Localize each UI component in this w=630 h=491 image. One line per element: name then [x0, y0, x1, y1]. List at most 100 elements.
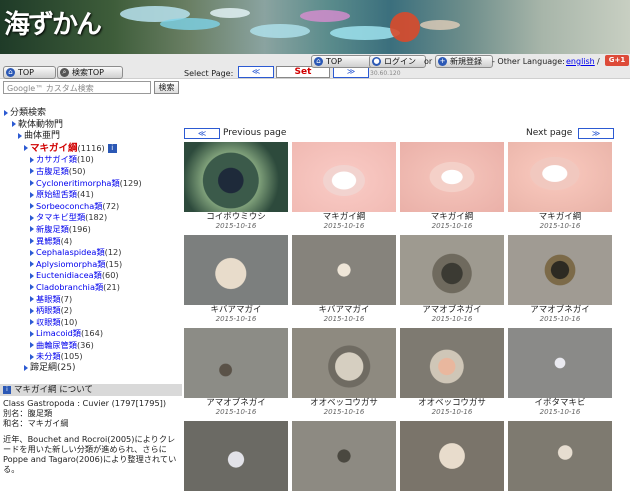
arrow-right-icon — [30, 203, 34, 210]
photo-thumbnail[interactable] — [400, 235, 504, 305]
gplus-button[interactable]: G+1 — [605, 55, 629, 66]
search-button[interactable]: 検索 — [154, 81, 179, 94]
about-text: Class Gastropoda : Cuvier (1797[1795]) 別… — [3, 398, 181, 474]
tree-child-item[interactable]: 異鰓類(4) — [4, 236, 182, 248]
arrow-right-icon — [4, 109, 8, 116]
tree-child-item[interactable]: 原始紐舌類(41) — [4, 189, 182, 201]
arrow-right-icon — [30, 296, 34, 302]
tree-child-item[interactable]: タマキビ型類(182) — [4, 212, 182, 224]
photo-thumbnail[interactable] — [508, 142, 612, 212]
page-size-options[interactable]: 30.60.120 — [370, 70, 401, 77]
photo-thumbnail[interactable] — [508, 421, 612, 491]
tree-child-item[interactable]: Aplysiomorpha類(15) — [4, 259, 182, 271]
header-banner: 海ずかん — [0, 0, 630, 54]
photo-caption[interactable]: アマオブネガイ — [184, 398, 288, 408]
tree-child-item[interactable]: カサガイ類(10) — [4, 154, 182, 166]
photo-caption[interactable]: オオベッコウガサ — [400, 398, 504, 408]
photo-caption[interactable]: アマオブネガイ — [400, 305, 504, 315]
photo-caption[interactable]: コイボウミウシ — [184, 212, 288, 222]
photo-caption[interactable]: マキガイ綱 — [400, 212, 504, 222]
top-nav-button[interactable]: ⌂ TOP — [311, 55, 373, 68]
search-icon: ⌕ — [60, 68, 69, 77]
arrow-right-icon — [30, 249, 34, 256]
photo-date: 2015-10-16 — [539, 408, 581, 416]
arrow-right-icon — [30, 284, 34, 291]
photo-thumbnail[interactable] — [292, 328, 396, 398]
separator-slash: / — [597, 57, 600, 66]
tree-child-item[interactable]: 曲輪尿管類(36) — [4, 340, 182, 352]
site-logo[interactable]: 海ずかん — [4, 4, 102, 41]
tree-child-item[interactable]: Limacoid類(164) — [4, 328, 182, 340]
user-icon: ● — [372, 57, 381, 66]
tree-child-item[interactable]: 基眼類(7) — [4, 294, 182, 306]
tree-root[interactable]: 分類検索 — [4, 108, 182, 120]
select-page-prev-button[interactable]: ≪ — [238, 66, 274, 78]
photo-caption[interactable]: アマオブネガイ — [508, 305, 612, 315]
register-button[interactable]: + 新規登録 — [435, 55, 493, 68]
taxonomy-tree: 分類検索 軟体動物門 曲体亜門 マキガイ綱(1116) i カサガイ類(10) 古腹… — [4, 108, 182, 375]
tree-child-item[interactable]: Cycloneritimorpha類(129) — [4, 178, 182, 190]
tree-child-item[interactable]: 古腹足類(50) — [4, 166, 182, 178]
photo-date: 2015-10-16 — [539, 222, 581, 230]
photo-thumbnail[interactable] — [184, 142, 288, 212]
photo-date: 2015-10-16 — [323, 315, 365, 323]
arrow-right-icon — [30, 319, 34, 326]
tree-child-item[interactable]: Cladobranchia類(21) — [4, 282, 182, 294]
photo-caption[interactable]: マキガイ綱 — [508, 212, 612, 222]
photo-caption[interactable]: オオベッコウガサ — [292, 398, 396, 408]
previous-page-link[interactable]: Previous page — [223, 128, 286, 138]
photo-thumbnail[interactable] — [184, 328, 288, 398]
photo-date: 2015-10-16 — [215, 315, 257, 323]
photo-caption[interactable]: キバアマガイ — [292, 305, 396, 315]
top-button[interactable]: ⌂ TOP — [3, 66, 56, 79]
photo-caption[interactable]: マキガイ綱 — [292, 212, 396, 222]
arrow-right-icon — [24, 145, 28, 152]
photo-thumbnail[interactable] — [292, 421, 396, 491]
photo-date: 2015-10-16 — [215, 222, 257, 230]
tree-level1[interactable]: 軟体動物門 — [4, 120, 182, 132]
tree-child-item[interactable]: Euctenidiacea類(60) — [4, 270, 182, 282]
tree-child-item[interactable]: 未分類(105) — [4, 351, 182, 363]
photo-thumbnail[interactable] — [184, 421, 288, 491]
tree-level2[interactable]: 曲体亜門 — [4, 131, 182, 143]
tree-selected-item[interactable]: マキガイ綱(1116) i — [4, 143, 182, 155]
photo-caption[interactable]: イボタマキビ — [508, 398, 612, 408]
home-icon: ⌂ — [6, 68, 15, 77]
arrow-right-icon — [30, 214, 34, 221]
english-link[interactable]: english — [566, 57, 595, 66]
photo-caption[interactable]: キバアマガイ — [184, 305, 288, 315]
photo-thumbnail[interactable] — [400, 142, 504, 212]
arrow-right-icon — [18, 132, 22, 139]
photo-date: 2015-10-16 — [431, 408, 473, 416]
tree-child-item[interactable]: Sorbeoconcha類(72) — [4, 201, 182, 213]
photo-thumbnail[interactable] — [400, 328, 504, 398]
photo-thumbnail[interactable] — [292, 235, 396, 305]
login-button[interactable]: ● ログイン — [369, 55, 426, 68]
photo-date: 2015-10-16 — [431, 315, 473, 323]
search-top-button[interactable]: ⌕ 検索TOP — [57, 66, 123, 79]
or-text: or — [424, 57, 433, 66]
jpname-line: 和名：マキガイ綱 — [3, 418, 69, 428]
photo-date: 2015-10-16 — [323, 408, 365, 416]
search-input[interactable]: Google™ カスタム検索 — [3, 81, 151, 94]
tree-child-item[interactable]: 新腹足類(196) — [4, 224, 182, 236]
tree-child-item[interactable]: Cephalaspidea類(12) — [4, 247, 182, 259]
photo-thumbnail[interactable] — [400, 421, 504, 491]
select-page-label: Select Page: — [184, 69, 234, 78]
info-icon: i — [3, 386, 11, 394]
tree-child-item[interactable]: 柄眼類(2) — [4, 305, 182, 317]
arrow-right-icon — [30, 156, 34, 163]
photo-thumbnail[interactable] — [508, 235, 612, 305]
tree-child-item[interactable]: 収眼類(10) — [4, 317, 182, 329]
photo-thumbnail[interactable] — [508, 328, 612, 398]
arrow-right-icon — [30, 238, 34, 245]
info-icon[interactable]: i — [107, 143, 117, 153]
photo-thumbnail[interactable] — [184, 235, 288, 305]
previous-page-button[interactable]: ≪ — [184, 128, 220, 139]
photo-thumbnail[interactable] — [292, 142, 396, 212]
next-page-button[interactable]: ≫ — [578, 128, 614, 139]
home-icon: ⌂ — [314, 57, 323, 66]
next-page-link[interactable]: Next page — [526, 128, 572, 138]
tree-sibling-item[interactable]: 蹄足綱(25) — [4, 363, 182, 375]
alias-line: 別名：腹足類 — [3, 408, 53, 418]
